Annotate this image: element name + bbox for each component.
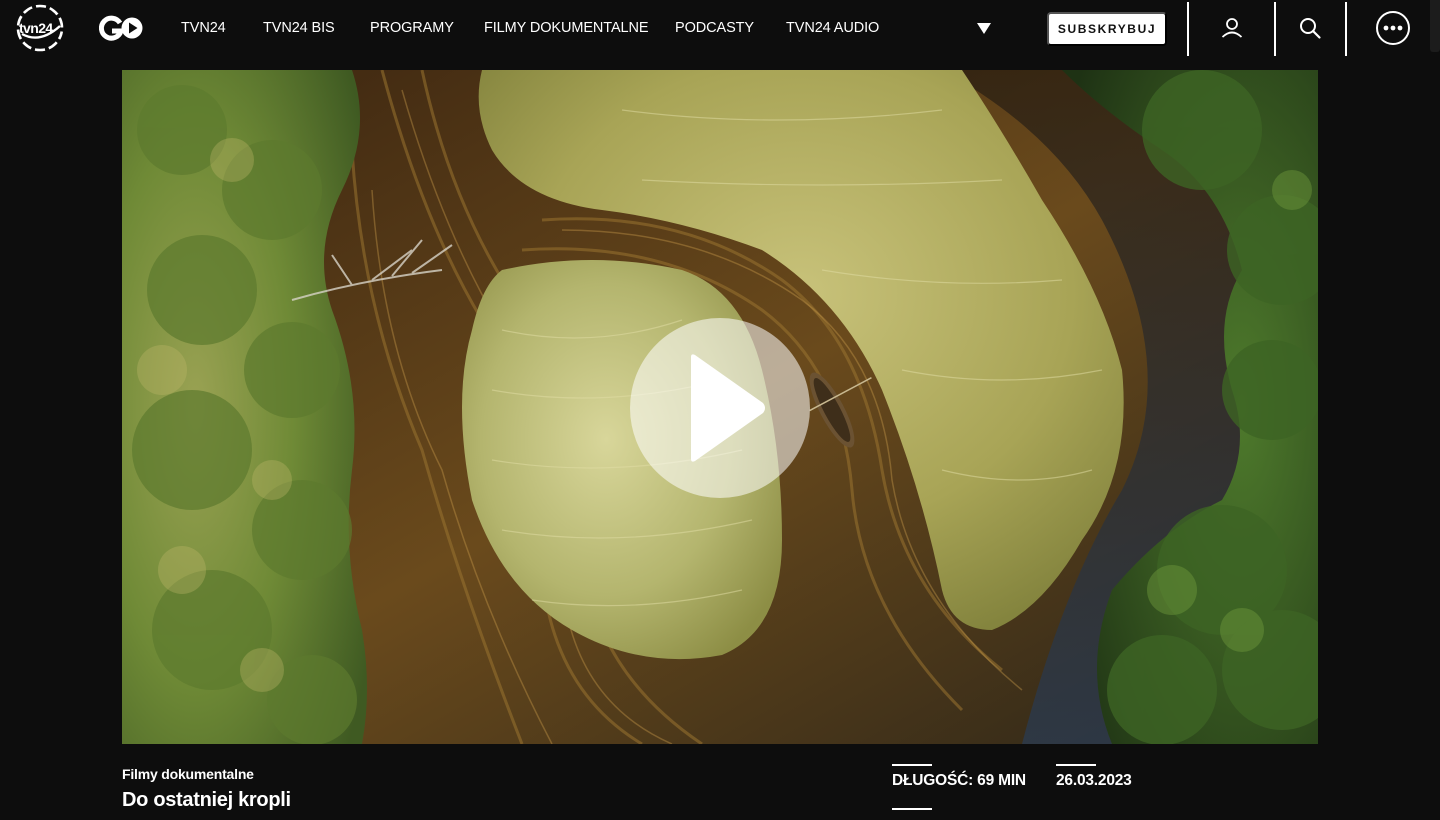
nav-item-programy[interactable]: PROGRAMY [370,18,454,38]
tvn24-logo-mark: tvn24 [16,4,64,52]
video-category[interactable]: Filmy dokumentalne [122,766,254,782]
video-title: Do ostatniej kropli [122,789,291,811]
nav-item-tvn24-bis[interactable]: TVN24 BIS [263,18,335,38]
more-dots-icon[interactable] [1375,10,1411,46]
play-icon [691,354,765,462]
nav-divider [1345,2,1347,56]
caret-down-icon[interactable] [974,19,994,39]
nav-item-filmy-dokumentalne[interactable]: FILMY DOKUMENTALNE [484,18,649,38]
video-date: 26.03.2023 [1056,772,1132,789]
nav-divider [1274,2,1276,56]
go-logo-mark [98,15,143,41]
user-icon[interactable] [1216,12,1248,44]
subscribe-button[interactable]: SUBSKRYBUJ [1047,12,1167,46]
video-player[interactable] [122,70,1318,744]
video-duration: DŁUGOŚĆ: 69 MIN [892,772,1026,789]
search-icon[interactable] [1294,12,1326,44]
top-navigation: tvn24 TVN24 TVN24 BIS PROGRAMY FILMY DOK… [0,0,1440,56]
nav-item-tvn24[interactable]: TVN24 [181,18,226,38]
meta-divider [1056,764,1096,766]
play-button[interactable] [630,318,810,498]
nav-item-tvn24-audio[interactable]: TVN24 AUDIO [786,18,879,38]
meta-divider [892,808,932,810]
tvn24-logo[interactable]: tvn24 [14,4,68,52]
nav-item-podcasty[interactable]: PODCASTY [675,18,754,38]
nav-divider [1187,2,1189,56]
svg-text:tvn24: tvn24 [19,20,53,36]
meta-divider [892,764,932,766]
scrollbar-thumb[interactable] [1430,0,1440,52]
go-logo[interactable] [98,14,144,42]
